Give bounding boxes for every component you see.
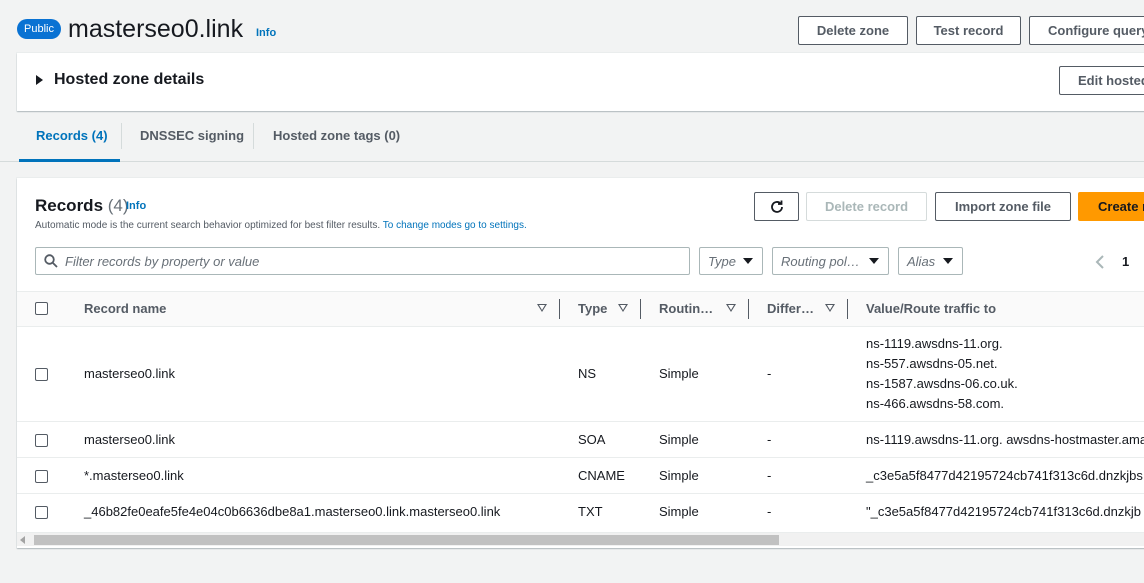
record-type-cell: NS: [578, 366, 597, 381]
value-cell: ns-1119.awsdns-11.org. awsdns-hostmaster…: [866, 432, 1144, 447]
table-row[interactable]: _46b82fe0eafe5fe4e04c0b6636dbe8a1.master…: [0, 494, 1144, 530]
select-all-checkbox[interactable]: [35, 302, 48, 315]
routing-policy-cell: Simple: [659, 366, 699, 381]
row-checkbox[interactable]: [35, 434, 48, 447]
previous-page-icon[interactable]: [1095, 255, 1105, 269]
public-badge: Public: [17, 19, 61, 39]
record-name-cell: masterseo0.link: [84, 366, 176, 381]
zone-info-link[interactable]: Info: [256, 27, 276, 39]
column-header-record-name[interactable]: Record name: [84, 301, 166, 316]
test-record-button[interactable]: Test record: [916, 16, 1021, 45]
column-header-differentiator[interactable]: Differ…: [767, 301, 814, 316]
chevron-down-icon: [743, 258, 753, 264]
type-filter-label: Type: [708, 253, 736, 269]
sort-icon[interactable]: [618, 304, 628, 312]
column-resizer[interactable]: [559, 299, 560, 319]
record-type-cell: TXT: [578, 504, 603, 519]
record-type-cell: SOA: [578, 432, 606, 447]
records-title: Records: [35, 196, 104, 215]
record-name-cell: *.masterseo0.link: [84, 468, 184, 483]
chevron-down-icon: [869, 258, 879, 264]
column-header-type[interactable]: Type: [578, 301, 607, 316]
sort-icon[interactable]: [825, 304, 835, 312]
tab-records[interactable]: Records (4): [36, 128, 108, 143]
refresh-icon: [770, 200, 783, 213]
records-info-link[interactable]: Info: [126, 200, 146, 212]
table-row[interactable]: *.masterseo0.link CNAME Simple - _c3e5a5…: [0, 458, 1144, 494]
type-filter-select[interactable]: Type: [699, 247, 763, 275]
table-row[interactable]: masterseo0.link SOA Simple - ns-1119.aws…: [0, 422, 1144, 458]
tab-divider: [121, 123, 122, 149]
hosted-zone-details-title[interactable]: Hosted zone details: [54, 71, 204, 89]
value-cell-line: ns-466.awsdns-58.com.: [866, 396, 1005, 411]
chevron-down-icon: [943, 258, 953, 264]
zone-title: masterseo0.link: [68, 15, 244, 43]
differentiator-cell: -: [767, 432, 772, 447]
table-row[interactable]: masterseo0.link NS Simple - ns-1119.awsd…: [0, 327, 1144, 422]
routing-policy-cell: Simple: [659, 432, 699, 447]
record-name-cell: _46b82fe0eafe5fe4e04c0b6636dbe8a1.master…: [84, 504, 501, 519]
value-cell-line: ns-557.awsdns-05.net.: [866, 356, 998, 371]
scrollbar-thumb[interactable]: [34, 535, 779, 545]
scroll-left-icon[interactable]: [20, 536, 26, 544]
column-resizer[interactable]: [748, 299, 749, 319]
horizontal-scrollbar[interactable]: [17, 532, 1144, 546]
alias-filter-select[interactable]: Alias: [898, 247, 963, 275]
routing-filter-label: Routing pol…: [781, 253, 860, 269]
tab-bar-divider: [0, 161, 1144, 162]
alias-filter-label: Alias: [907, 253, 936, 269]
delete-zone-button[interactable]: Delete zone: [798, 16, 908, 45]
create-record-button[interactable]: Create r: [1078, 192, 1144, 221]
differentiator-cell: -: [767, 504, 772, 519]
refresh-button[interactable]: [754, 192, 799, 221]
search-icon: [44, 254, 58, 268]
routing-policy-cell: Simple: [659, 504, 699, 519]
routing-policy-cell: Simple: [659, 468, 699, 483]
column-resizer[interactable]: [640, 299, 641, 319]
record-type-cell: CNAME: [578, 468, 625, 483]
delete-record-button[interactable]: Delete record: [806, 192, 927, 221]
routing-policy-filter-select[interactable]: Routing pol…: [772, 247, 889, 275]
search-mode-text: Automatic mode is the current search beh…: [35, 220, 381, 231]
current-page-number[interactable]: 1: [1122, 254, 1129, 269]
search-input[interactable]: Filter records by property or value: [35, 247, 690, 275]
search-placeholder: Filter records by property or value: [65, 254, 260, 269]
value-cell: "_c3e5a5f8477d42195724cb741f313c6d.dnzkj…: [866, 504, 1141, 519]
row-checkbox[interactable]: [35, 368, 48, 381]
tab-hosted-zone-tags[interactable]: Hosted zone tags (0): [273, 128, 400, 143]
settings-link[interactable]: To change modes go to settings.: [383, 220, 527, 231]
import-zone-file-button[interactable]: Import zone file: [935, 192, 1071, 221]
sort-icon[interactable]: [537, 304, 547, 312]
value-cell: _c3e5a5f8477d42195724cb741f313c6d.dnzkjb…: [866, 468, 1143, 483]
active-tab-indicator: [19, 159, 120, 162]
value-cell-line: ns-1119.awsdns-11.org.: [866, 336, 1003, 351]
search-mode-description: Automatic mode is the current search beh…: [35, 220, 527, 231]
differentiator-cell: -: [767, 468, 772, 483]
record-name-cell: masterseo0.link: [84, 432, 176, 447]
row-checkbox[interactable]: [35, 506, 48, 519]
differentiator-cell: -: [767, 366, 772, 381]
tab-divider: [253, 123, 254, 149]
value-cell-line: ns-1587.awsdns-06.co.uk.: [866, 376, 1018, 391]
hosted-zone-details-panel: Hosted zone details Edit hosted: [17, 53, 1144, 111]
edit-hosted-zone-button[interactable]: Edit hosted: [1059, 66, 1144, 95]
sort-icon[interactable]: [726, 304, 736, 312]
expand-caret-icon[interactable]: [36, 75, 43, 85]
configure-query-button[interactable]: Configure query: [1029, 16, 1144, 45]
column-header-routing[interactable]: Routin…: [659, 301, 713, 316]
tab-dnssec-signing[interactable]: DNSSEC signing: [140, 128, 244, 143]
records-heading: Records (4): [35, 196, 129, 216]
column-header-value[interactable]: Value/Route traffic to: [866, 301, 996, 316]
row-checkbox[interactable]: [35, 470, 48, 483]
column-resizer[interactable]: [847, 299, 848, 319]
